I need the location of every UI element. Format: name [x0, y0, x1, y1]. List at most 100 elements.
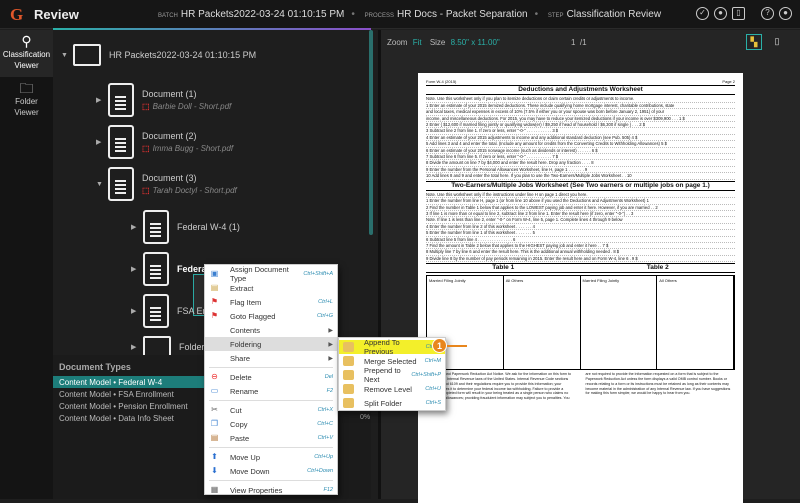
sidebar-label: Folder [15, 97, 38, 106]
document-icon [143, 252, 169, 286]
menu-item-view-properties[interactable]: ▦ View Properties F12 [205, 483, 337, 497]
node-label: Document (2) [142, 131, 197, 141]
node-label: Document (3) [142, 173, 197, 183]
shortcut: Ctrl+X [317, 407, 333, 413]
submenu-item-split-folder[interactable]: Split Folder Ctrl+S [339, 396, 445, 410]
remove-level-icon [343, 384, 354, 394]
shortcut: F2 [326, 388, 333, 394]
page-indicator: 1 /1 [571, 38, 587, 47]
menu-item-delete[interactable]: ⊖ Delete Del [205, 370, 337, 384]
shortcut: Ctrl+V [317, 435, 333, 441]
menu-item-label: Rename [230, 386, 259, 396]
tree-node-document-1[interactable]: ▶ Document (1) ⬚ Barbie Doll - Short.pdf [96, 83, 231, 117]
collapse-arrow-icon[interactable]: ▼ [96, 181, 108, 188]
submenu-arrow-icon: ▶ [328, 341, 333, 348]
single-page-icon[interactable]: ▯ [769, 34, 785, 50]
sidebar-label: Classification [2, 50, 51, 59]
expand-arrow-icon[interactable]: ▶ [96, 138, 108, 146]
document-icon [108, 167, 134, 201]
context-menu: ▣ Assign Document Type Ctrl+Shift+A ▤ Extrac… [204, 264, 338, 495]
shortcut: Ctrl+L [318, 299, 333, 305]
tree-scrollbar[interactable] [369, 30, 373, 235]
submenu-item-remove-level[interactable]: Remove Level Ctrl+U [339, 382, 445, 396]
expand-arrow-icon[interactable]: ▶ [131, 307, 143, 315]
collapse-arrow-icon[interactable]: ▼ [61, 52, 73, 59]
page-number: Page 2 [722, 79, 735, 84]
stop-circle-icon[interactable]: ● [714, 7, 727, 20]
menu-item-move-down[interactable]: ⬇ Move Down Ctrl+Down [205, 464, 337, 478]
hierarchy-icon: ⚲ [21, 33, 32, 49]
menu-item-label: View Properties [230, 485, 283, 495]
menu-item-label: Goto Flagged [230, 311, 276, 321]
menu-item-contents[interactable]: Contents ▶ [205, 323, 337, 337]
total-pages: /1 [579, 38, 587, 47]
delete-icon: ⊖ [211, 372, 218, 381]
privacy-notice: Privacy Act and Paperwork Reduction Act … [426, 372, 731, 401]
current-page[interactable]: 1 [571, 38, 575, 47]
submenu-item-prepend-to-next[interactable]: Prepend to Next Ctrl+Shift+P [339, 366, 445, 384]
trash-icon[interactable]: ▯ [732, 7, 745, 20]
help-icon[interactable]: ? [761, 7, 774, 20]
menu-item-label: Flag Item [230, 297, 262, 307]
expand-arrow-icon[interactable]: ▶ [131, 265, 143, 273]
menu-item-label: Remove Level [364, 384, 412, 394]
worksheet-line: 9 Divide line 8 by the number of pay per… [426, 256, 735, 263]
submenu-arrow-icon: ▶ [328, 355, 333, 362]
merge-selected-icon [343, 356, 354, 366]
table-head: Married Filing Jointly [581, 276, 658, 370]
worksheet-line: 10 Add lines 8 and 9 and enter the total… [426, 173, 735, 180]
check-circle-icon[interactable]: ✓ [696, 7, 709, 20]
menu-item-assign-document-type[interactable]: ▣ Assign Document Type Ctrl+Shift+A [205, 265, 337, 283]
submenu-item-append-to-previous[interactable]: Append To PreviousCtrl+P [339, 338, 445, 356]
user-icon[interactable]: ● [779, 7, 792, 20]
menu-item-share[interactable]: Share ▶ [205, 351, 337, 365]
menu-item-flag-item[interactable]: ⚑ Flag Item Ctrl+L [205, 295, 337, 309]
menu-item-paste[interactable]: ▤ Paste Ctrl+V [205, 431, 337, 445]
menu-item-copy[interactable]: ❐ Copy Ctrl+C [205, 417, 337, 431]
menu-item-foldering[interactable]: Foldering ▶ [205, 337, 337, 351]
shortcut: Ctrl+U [425, 386, 441, 392]
menu-item-label: Assign Document Type [230, 265, 289, 283]
callout-line [447, 345, 467, 347]
zoom-label: Zoom [387, 38, 408, 47]
tree-node-federal-w4-1[interactable]: ▶ Federal W-4 (1) [131, 210, 240, 244]
sidebar: ⚲ Classification Viewer 🗀 Folder Viewer [0, 30, 53, 499]
menu-item-cut[interactable]: ✂ Cut Ctrl+X [205, 403, 337, 417]
shortcut: F12 [323, 487, 333, 493]
shortcut: Ctrl+M [424, 358, 441, 364]
menu-item-extract[interactable]: ▤ Extract [205, 281, 337, 295]
sidebar-item-classification-viewer[interactable]: ⚲ Classification Viewer [0, 30, 53, 77]
menu-separator [209, 400, 333, 401]
expand-arrow-icon[interactable]: ▶ [131, 343, 143, 351]
menu-item-label: Merge Selected [364, 356, 417, 366]
page-size: 8.50" x 11.00" [450, 38, 500, 47]
blank-icon [209, 353, 220, 363]
sidebar-label: Viewer [14, 108, 39, 117]
tree-node-root[interactable]: ▼ HR Packets2022-03-24 01:10:15 PM [61, 44, 256, 66]
sidebar-item-folder-viewer[interactable]: 🗀 Folder Viewer [0, 77, 53, 124]
blank-icon [209, 339, 220, 349]
tree-node-document-3[interactable]: ▼ Document (3) ⬚ Tarah Doctyl - Short.pdf [96, 167, 237, 201]
process-label: PROCESS [364, 13, 394, 19]
app-title: Review [34, 7, 79, 22]
shortcut: Ctrl+Up [314, 454, 333, 460]
menu-item-move-up[interactable]: ⬆ Move Up Ctrl+Up [205, 450, 337, 464]
menu-item-goto-flagged[interactable]: ⚑ Goto Flagged Ctrl+G [205, 309, 337, 323]
move-up-icon: ⬆ [211, 452, 218, 461]
expand-arrow-icon[interactable]: ▶ [131, 223, 143, 231]
menu-item-label: Prepend to Next [364, 366, 401, 384]
menu-item-label: Share [230, 353, 251, 363]
pdf-icon: ⬚ [142, 186, 150, 195]
menu-separator [209, 480, 333, 481]
paste-icon: ▤ [210, 433, 219, 442]
confidence-percent: 0% [360, 414, 371, 421]
table-title: Table 2 [646, 264, 669, 272]
menu-item-rename[interactable]: ▭ Rename F2 [205, 384, 337, 398]
expand-arrow-icon[interactable]: ▶ [96, 96, 108, 104]
table-head: All Others [657, 276, 734, 370]
menu-item-label: Extract [230, 283, 254, 293]
thumbnail-view-icon[interactable]: ▚ [746, 34, 762, 50]
zoom-fit-button[interactable]: Fit [413, 38, 422, 47]
split-folder-icon [343, 398, 354, 408]
tree-node-document-2[interactable]: ▶ Document (2) ⬚ Imma Bugg - Short.pdf [96, 125, 233, 159]
